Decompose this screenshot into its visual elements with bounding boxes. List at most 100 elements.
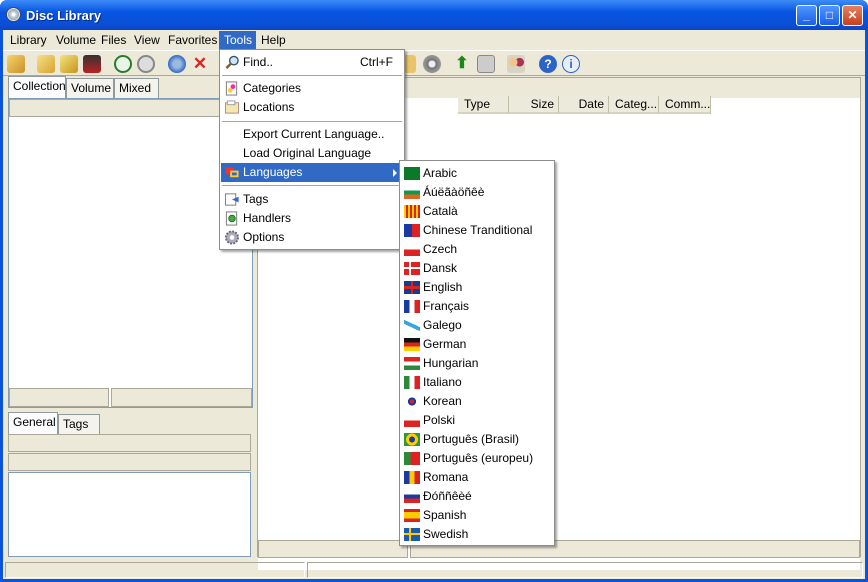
scan-disc-icon[interactable]	[137, 55, 155, 73]
menu-library[interactable]: Library	[5, 31, 52, 49]
menu-item-options[interactable]: Options	[221, 228, 403, 247]
language-label: Dansk	[423, 261, 458, 275]
language-item[interactable]: Italiano	[401, 373, 553, 392]
menu-favorites[interactable]: Favorites	[163, 31, 222, 49]
tree-footer-right	[111, 388, 252, 407]
menu-item-export-language[interactable]: Export Current Language..	[221, 125, 403, 144]
categories-label: Categories	[243, 81, 302, 95]
language-item[interactable]: English	[401, 278, 553, 297]
language-item[interactable]: Português (europeu)	[401, 449, 553, 468]
language-label: Hungarian	[423, 356, 479, 370]
locations-label: Locations	[243, 100, 295, 114]
options-label: Options	[243, 230, 285, 244]
info-icon[interactable]: i	[562, 55, 580, 73]
minimize-button[interactable]: _	[796, 5, 817, 26]
language-item[interactable]: Ðóññêèé	[401, 487, 553, 506]
open-folder-icon[interactable]	[7, 55, 25, 73]
gear-icon[interactable]	[423, 55, 441, 73]
delete-icon[interactable]: ✕	[191, 55, 209, 73]
menu-help[interactable]: Help	[256, 31, 291, 49]
col-type[interactable]: Type	[458, 96, 509, 114]
arrow-up-icon[interactable]: ⬆	[453, 55, 471, 73]
title-bar[interactable]: Disc Library _ □ ✕	[0, 0, 868, 30]
language-item[interactable]: Arabic	[401, 164, 553, 183]
italy-flag-icon	[404, 376, 420, 389]
language-item[interactable]: Spanish	[401, 506, 553, 525]
language-item[interactable]: Dansk	[401, 259, 553, 278]
folder-add-icon[interactable]	[60, 55, 78, 73]
language-item[interactable]: Romana	[401, 468, 553, 487]
language-item[interactable]: Português (Brasil)	[401, 430, 553, 449]
language-label: Polski	[423, 413, 456, 427]
col-date[interactable]: Date	[559, 96, 609, 114]
menu-separator	[222, 185, 402, 186]
col-size[interactable]: Size	[509, 96, 559, 114]
menu-files[interactable]: Files	[96, 31, 131, 49]
language-label: Czech	[423, 242, 458, 256]
language-label: Áúëãàöñêè	[423, 185, 485, 199]
language-item[interactable]: Áúëãàöñêè	[401, 183, 553, 202]
find-label: Find..	[243, 55, 274, 69]
menu-item-handlers[interactable]: Handlers	[221, 209, 403, 228]
language-label: Ðóññêèé	[423, 489, 472, 503]
brazil-flag-icon	[404, 433, 420, 446]
menu-volume[interactable]: Volume	[51, 31, 101, 49]
menu-item-locations[interactable]: Locations	[221, 98, 403, 117]
dansk-flag-icon	[404, 262, 420, 275]
status-panel-2	[307, 562, 863, 578]
window-title: Disc Library	[26, 8, 102, 23]
language-label: Italiano	[423, 375, 462, 389]
disc-drive-icon[interactable]	[83, 55, 101, 73]
load-label: Load Original Language	[243, 146, 372, 160]
hungary-flag-icon	[404, 357, 420, 370]
menu-bar: Library Volume Files View Favorites Tool…	[3, 30, 865, 50]
tab-mixed[interactable]: Mixed	[114, 78, 159, 98]
collection-tree[interactable]	[8, 98, 253, 408]
menu-item-tags[interactable]: Tags	[221, 190, 403, 209]
language-item[interactable]: Galego	[401, 316, 553, 335]
menu-separator	[222, 121, 402, 122]
catala-flag-icon	[404, 205, 420, 218]
tab-tags[interactable]: Tags	[58, 414, 100, 434]
status-panel-1	[5, 562, 305, 578]
gear-icon	[224, 230, 240, 245]
menu-item-languages[interactable]: Languages	[221, 163, 403, 182]
language-item[interactable]: Korean	[401, 392, 553, 411]
language-item[interactable]: Français	[401, 297, 553, 316]
tab-collection[interactable]: Collection	[8, 76, 66, 98]
info-content[interactable]	[8, 472, 251, 557]
folder-up-icon[interactable]	[37, 55, 55, 73]
refresh-disc-icon[interactable]	[114, 55, 132, 73]
language-item[interactable]: Czech	[401, 240, 553, 259]
language-label: German	[423, 337, 467, 351]
menu-item-load-language[interactable]: Load Original Language	[221, 144, 403, 163]
info-header-2	[8, 453, 251, 471]
stop-icon[interactable]	[477, 55, 495, 73]
language-label: Arabic	[423, 166, 458, 180]
language-label: Spanish	[423, 508, 467, 522]
col-comment[interactable]: Comm...	[659, 96, 711, 114]
language-item[interactable]: German	[401, 335, 553, 354]
languages-icon	[225, 167, 239, 178]
tab-general[interactable]: General	[8, 412, 58, 434]
menu-item-categories[interactable]: Categories	[221, 79, 403, 98]
find-shortcut: Ctrl+F	[360, 55, 393, 69]
language-item[interactable]: Swedish	[401, 525, 553, 544]
taiwan-flag-icon	[404, 224, 420, 237]
users-icon[interactable]	[507, 55, 525, 73]
menu-view[interactable]: View	[129, 31, 165, 49]
language-label: Galego	[423, 318, 462, 332]
language-item[interactable]: Català	[401, 202, 553, 221]
tab-volume[interactable]: Volume	[66, 78, 114, 98]
locations-icon	[224, 100, 240, 114]
help-icon[interactable]: ?	[539, 55, 557, 73]
globe-icon[interactable]	[168, 55, 186, 73]
menu-tools[interactable]: Tools	[219, 31, 256, 49]
maximize-button[interactable]: □	[819, 5, 840, 26]
language-item[interactable]: Chinese Tranditional	[401, 221, 553, 240]
language-item[interactable]: Polski	[401, 411, 553, 430]
close-button[interactable]: ✕	[842, 5, 863, 26]
col-category[interactable]: Categ...	[609, 96, 659, 114]
language-item[interactable]: Hungarian	[401, 354, 553, 373]
menu-item-find[interactable]: Find.. Ctrl+F	[221, 53, 403, 72]
